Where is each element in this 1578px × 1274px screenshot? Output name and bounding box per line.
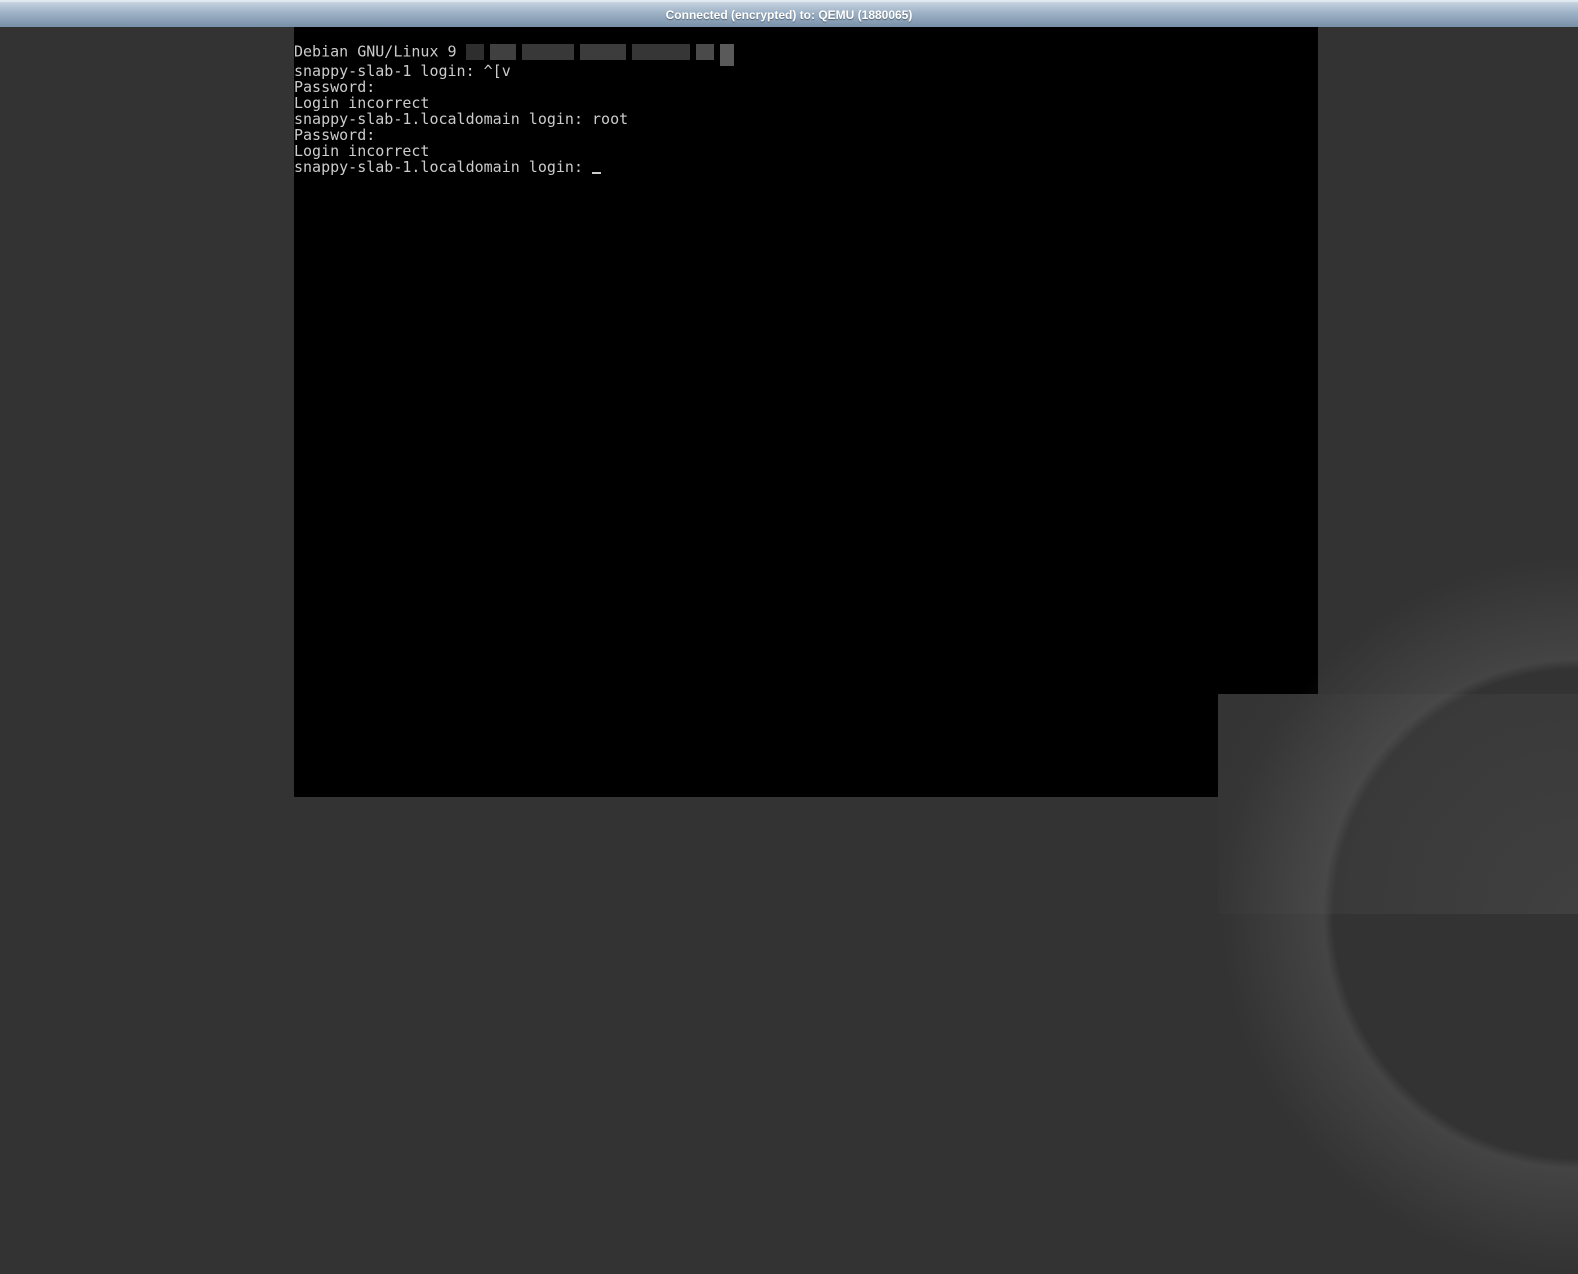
vnc-status-text: Connected (encrypted) to: QEMU (1880065) [666, 8, 913, 22]
console-line-banner: Debian GNU/Linux 9 [294, 41, 1318, 63]
console-line-password-prompt: Password: [294, 127, 1318, 143]
redacted-text [466, 41, 734, 63]
console-line-login-prompt-active[interactable]: snappy-slab-1.localdomain login: [294, 159, 1318, 175]
vm-console[interactable]: Debian GNU/Linux 9 snappy-slab-1 login: … [294, 27, 1318, 797]
console-line-error: Login incorrect [294, 95, 1318, 111]
console-line-password-prompt: Password: [294, 79, 1318, 95]
text-cursor [592, 172, 601, 174]
vnc-status-bar: Connected (encrypted) to: QEMU (1880065) [0, 0, 1578, 27]
console-line-login-prompt: snappy-slab-1 login: ^[v [294, 63, 1318, 79]
console-line-error: Login incorrect [294, 143, 1318, 159]
console-line-login-prompt: snappy-slab-1.localdomain login: root [294, 111, 1318, 127]
